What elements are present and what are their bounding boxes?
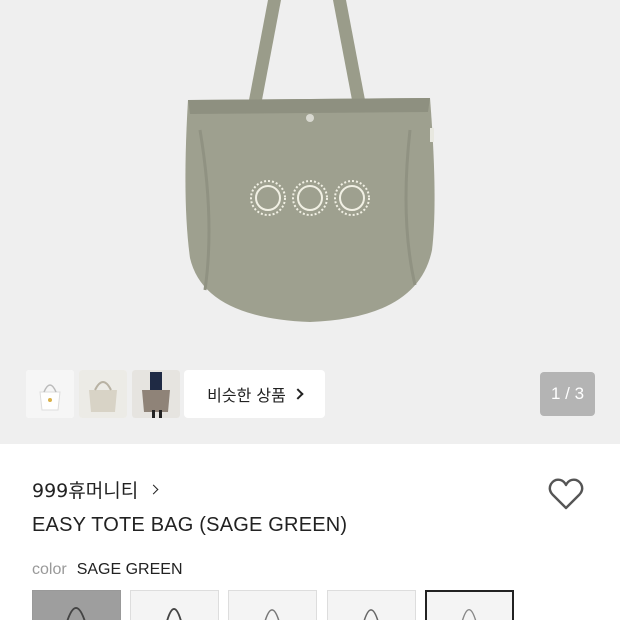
product-image-gallery[interactable]: 비슷한 상품 1 / 3 — [0, 0, 620, 444]
chevron-right-icon — [292, 388, 304, 400]
thumbnail-2[interactable] — [79, 370, 127, 418]
selected-color: SAGE GREEN — [76, 561, 183, 578]
thumbnail-3[interactable] — [132, 370, 180, 418]
color-label: color — [32, 561, 67, 578]
swatch-image — [363, 609, 379, 620]
chevron-right-icon — [148, 484, 159, 495]
color-swatch[interactable] — [228, 590, 317, 620]
heart-outline-icon — [548, 478, 584, 510]
product-title: EASY TOTE BAG (SAGE GREEN) — [32, 514, 348, 536]
thumbnail-1[interactable] — [26, 370, 74, 418]
swatch-image — [264, 609, 280, 620]
thumbnail-image — [26, 370, 74, 418]
color-swatch-selected[interactable] — [425, 590, 514, 620]
similar-products-label: 비슷한 상품 — [207, 386, 286, 405]
swatch-image — [461, 608, 477, 620]
thumbnail-image — [79, 370, 127, 418]
brand-name: 999휴머니티 — [32, 480, 139, 502]
swatch-image — [66, 607, 86, 620]
thumbnail-image — [132, 370, 180, 418]
color-selection: color SAGE GREEN — [32, 561, 183, 579]
color-swatch[interactable] — [32, 590, 121, 620]
similar-products-button[interactable]: 비슷한 상품 — [184, 370, 325, 418]
image-page-counter: 1 / 3 — [540, 372, 595, 416]
color-swatch[interactable] — [327, 590, 416, 620]
wishlist-button[interactable] — [546, 474, 586, 514]
color-swatch[interactable] — [130, 590, 219, 620]
swatch-image — [166, 607, 182, 620]
brand-link[interactable]: 999휴머니티 — [32, 476, 159, 503]
